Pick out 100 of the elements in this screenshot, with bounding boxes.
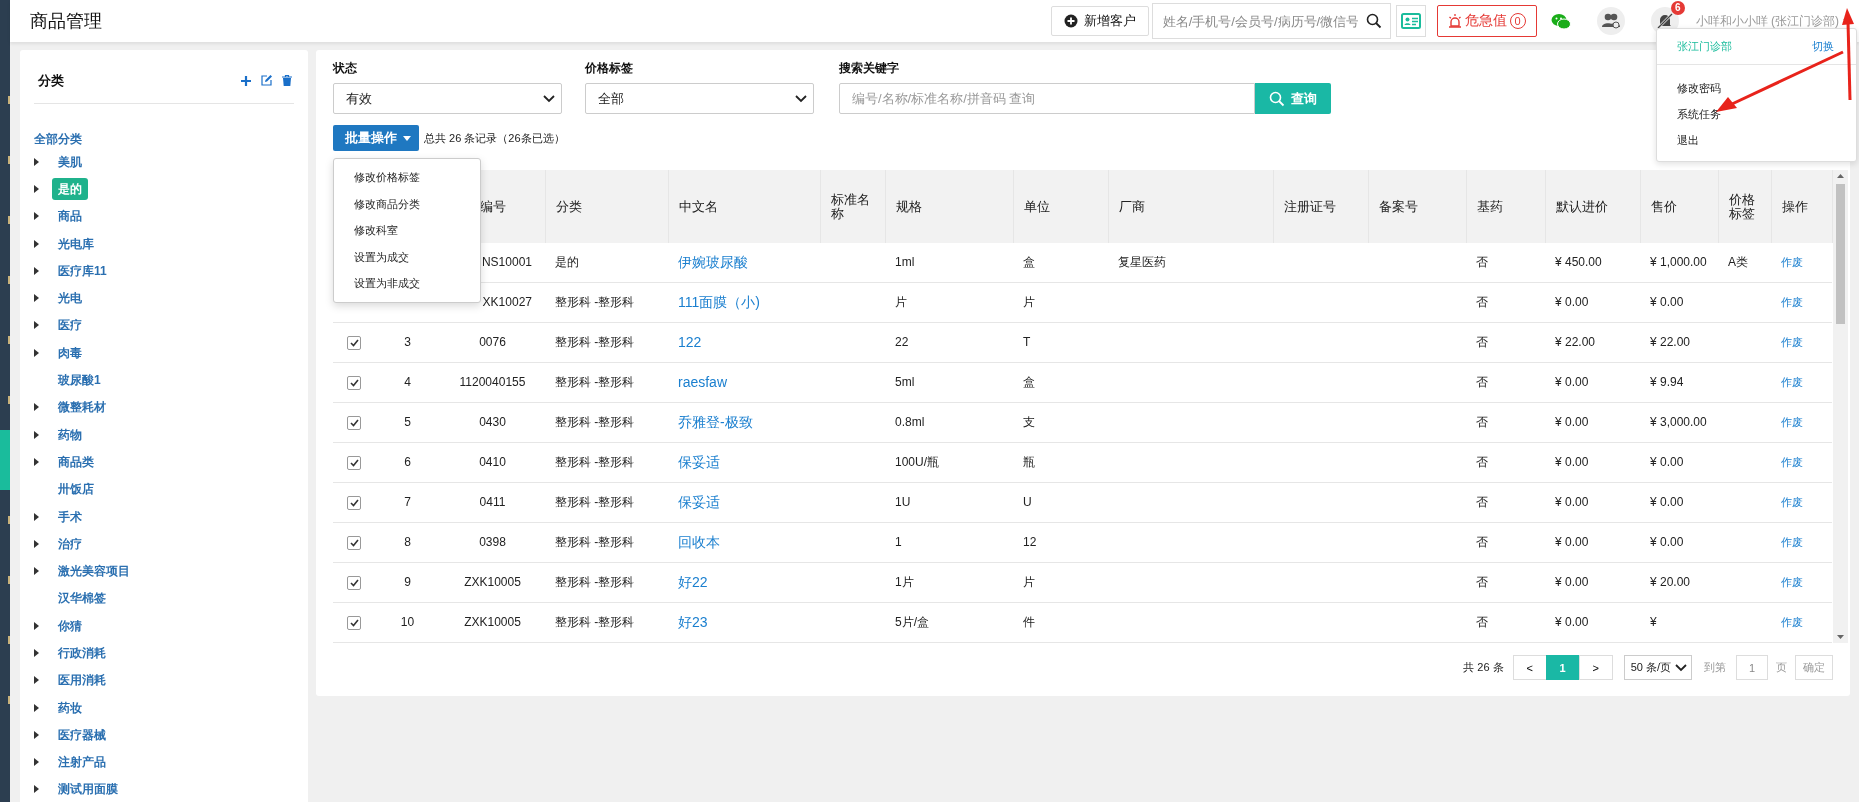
menu-item[interactable]: 设置为成交 — [334, 243, 480, 270]
product-link[interactable]: 乔雅登-极致 — [678, 413, 753, 430]
product-link[interactable]: 回收本 — [678, 533, 720, 550]
expand-triangle-icon[interactable] — [34, 266, 39, 275]
checkbox[interactable] — [347, 455, 361, 470]
expand-triangle-icon[interactable] — [34, 403, 39, 412]
keyword-input[interactable]: 编号/名称/标准名称/拼音码 查询 — [839, 83, 1255, 114]
expand-triangle-icon[interactable] — [34, 348, 39, 357]
scrollbar-thumb[interactable] — [1835, 184, 1845, 324]
table-cell: ¥ 0.00 — [1650, 455, 1684, 469]
checkbox[interactable] — [347, 575, 361, 590]
new-customer-button[interactable]: 新增客户 — [1050, 6, 1149, 36]
void-link[interactable]: 作废 — [1781, 376, 1803, 388]
batch-action-button[interactable]: 批量操作 — [333, 125, 419, 151]
next-page-button[interactable]: > — [1578, 655, 1613, 680]
tree-item[interactable]: 手术 — [52, 506, 88, 527]
tree-item[interactable]: 光电库 — [52, 233, 100, 254]
tree-item[interactable]: 行政消耗 — [52, 643, 112, 663]
product-link[interactable]: 好22 — [678, 573, 708, 590]
prev-page-button[interactable]: < — [1512, 655, 1547, 680]
page-size-select[interactable]: 50 条/页 — [1623, 655, 1692, 680]
page-number-input[interactable]: 1 — [1736, 655, 1768, 680]
expand-triangle-icon[interactable] — [34, 157, 39, 166]
expand-triangle-icon[interactable] — [34, 212, 39, 221]
menu-item[interactable]: 退出 — [1657, 127, 1856, 153]
expand-triangle-icon[interactable] — [34, 785, 39, 794]
tree-item[interactable]: 美肌 — [52, 151, 88, 172]
checkbox[interactable] — [347, 375, 361, 390]
product-link[interactable]: 111面膜（小) — [678, 293, 760, 310]
panel-title: 分类 — [38, 71, 64, 90]
checkbox[interactable] — [347, 335, 361, 350]
tree-item[interactable]: 药物 — [52, 424, 88, 445]
expand-triangle-icon[interactable] — [34, 730, 39, 739]
menu-item[interactable]: 修改密码 — [1657, 75, 1856, 101]
checkbox[interactable] — [347, 415, 361, 430]
tree-item[interactable]: 药妆 — [52, 697, 88, 718]
tree-item[interactable]: 玻尿酸1 — [52, 370, 107, 390]
tree-item[interactable]: 卅饭店 — [52, 479, 100, 500]
void-link[interactable]: 作废 — [1781, 536, 1803, 548]
scrollbar[interactable] — [1832, 170, 1848, 643]
expand-triangle-icon[interactable] — [34, 321, 39, 330]
tree-item[interactable]: 医用消耗 — [52, 670, 112, 691]
expand-triangle-icon[interactable] — [34, 239, 39, 248]
product-link[interactable]: 122 — [678, 333, 702, 350]
expand-triangle-icon[interactable] — [34, 457, 39, 466]
tree-item[interactable]: 是的 — [52, 177, 88, 200]
expand-triangle-icon[interactable] — [34, 676, 39, 685]
checkbox[interactable] — [347, 495, 361, 510]
dropdown-field[interactable]: 全部 — [585, 83, 814, 114]
product-link[interactable]: 好23 — [678, 613, 708, 630]
product-link[interactable]: 伊婉玻尿酸 — [678, 253, 748, 270]
table-cell: 否 — [1476, 535, 1488, 549]
tree-item[interactable]: 你猜 — [52, 615, 88, 636]
void-link[interactable]: 作废 — [1781, 456, 1803, 468]
tree-item[interactable]: 肉毒 — [52, 342, 88, 363]
expand-triangle-icon[interactable] — [34, 567, 39, 576]
group-button[interactable] — [1596, 7, 1625, 35]
checkbox[interactable] — [347, 535, 361, 550]
void-link[interactable]: 作废 — [1781, 616, 1803, 628]
expand-triangle-icon[interactable] — [34, 621, 39, 630]
menu-item[interactable]: 系统任务 — [1657, 101, 1856, 127]
menu-item[interactable]: 设置为非成交 — [334, 270, 480, 297]
tree-item[interactable]: 微整耗材 — [52, 397, 112, 418]
confirm-button[interactable]: 确定 — [1795, 655, 1833, 680]
tree-item[interactable]: 医疗 — [52, 315, 88, 336]
void-link[interactable]: 作废 — [1781, 576, 1803, 588]
expand-triangle-icon[interactable] — [34, 703, 39, 712]
expand-triangle-icon[interactable] — [34, 758, 39, 767]
void-link[interactable]: 作废 — [1781, 496, 1803, 508]
void-link[interactable]: 作废 — [1781, 416, 1803, 428]
product-link[interactable]: 保妥适 — [678, 453, 720, 470]
tree-item[interactable]: 医疗库11 — [52, 260, 113, 281]
switch-link[interactable]: 切换 — [1812, 39, 1834, 54]
expand-triangle-icon[interactable] — [34, 539, 39, 548]
user-menu-toggle[interactable]: 小咩和小小咩 (张江门诊部) — [1695, 12, 1839, 30]
tree-item[interactable]: 激光美容项目 — [52, 561, 136, 582]
table-cell: ¥ 0.00 — [1555, 495, 1589, 509]
tree-item[interactable]: 商品 — [52, 206, 88, 227]
expand-triangle-icon[interactable] — [34, 184, 39, 193]
product-link[interactable]: raesfaw — [678, 373, 728, 390]
tree-item[interactable]: 商品类 — [52, 451, 100, 472]
expand-triangle-icon[interactable] — [34, 294, 39, 303]
expand-triangle-icon[interactable] — [34, 430, 39, 439]
dropdown-field[interactable]: 有效 — [333, 83, 562, 114]
void-link[interactable]: 作废 — [1781, 336, 1803, 348]
product-link[interactable]: 保妥适 — [678, 493, 720, 510]
tree-item[interactable]: 光电 — [52, 288, 88, 309]
tree-item[interactable]: 治疗 — [52, 533, 88, 554]
tree-item[interactable]: 汉华棉签 — [52, 588, 112, 609]
tree-root-item[interactable]: 全部分类 — [34, 132, 82, 147]
expand-triangle-icon[interactable] — [34, 512, 39, 521]
void-link[interactable]: 作废 — [1781, 256, 1803, 268]
tree-item[interactable]: 医疗器械 — [52, 724, 112, 745]
void-link[interactable]: 作废 — [1781, 296, 1803, 308]
tree-item[interactable]: 测试用面膜 — [52, 779, 124, 800]
checkbox[interactable] — [347, 615, 361, 630]
tree-item[interactable]: 注射产品 — [52, 752, 112, 773]
expand-triangle-icon[interactable] — [34, 649, 39, 657]
critical-value-button[interactable]: 危急值 0 — [1436, 5, 1537, 37]
table-cell: ¥ 0.00 — [1555, 295, 1589, 309]
